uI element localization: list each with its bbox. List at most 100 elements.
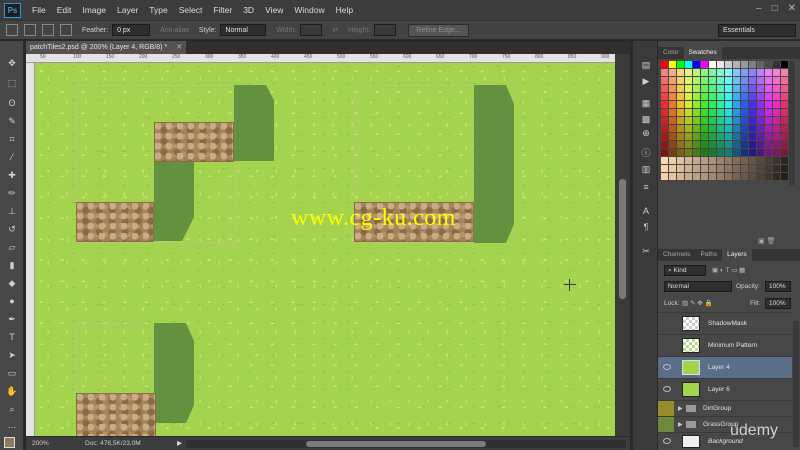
color-swatch[interactable] xyxy=(741,117,748,124)
color-swatch[interactable] xyxy=(725,173,732,180)
color-swatch[interactable] xyxy=(733,69,740,76)
expand-group-icon[interactable]: ▶ xyxy=(678,405,683,412)
color-swatch[interactable] xyxy=(709,173,716,180)
color-swatch[interactable] xyxy=(765,61,772,68)
color-swatch[interactable] xyxy=(685,61,692,68)
color-swatch[interactable] xyxy=(701,117,708,124)
color-swatch[interactable] xyxy=(781,149,788,156)
color-swatch[interactable] xyxy=(749,157,756,164)
color-swatch[interactable] xyxy=(661,133,668,140)
color-swatch[interactable] xyxy=(693,165,700,172)
color-swatch[interactable] xyxy=(781,125,788,132)
color-swatch[interactable] xyxy=(733,173,740,180)
path-selection-icon[interactable]: ➤ xyxy=(5,349,19,361)
color-swatch[interactable] xyxy=(717,165,724,172)
menu-edit[interactable]: Edit xyxy=(57,5,72,15)
brush-panel-icon[interactable]: ▦ xyxy=(640,97,652,109)
minimize-icon[interactable]: – xyxy=(756,3,762,14)
color-swatch[interactable] xyxy=(773,165,780,172)
color-swatch[interactable] xyxy=(717,93,724,100)
zoom-level[interactable]: 200% xyxy=(32,437,49,450)
add-selection-icon[interactable] xyxy=(42,24,54,36)
menu-help[interactable]: Help xyxy=(336,5,353,15)
color-swatch[interactable] xyxy=(733,85,740,92)
color-swatch[interactable] xyxy=(669,93,676,100)
color-swatch[interactable] xyxy=(733,141,740,148)
color-swatch[interactable] xyxy=(685,101,692,108)
type-tool-icon[interactable]: T xyxy=(5,331,19,343)
history-panel-icon[interactable]: ▤ xyxy=(640,59,652,71)
color-swatch[interactable] xyxy=(773,133,780,140)
eraser-tool-icon[interactable]: ▱ xyxy=(5,241,19,253)
color-swatch[interactable] xyxy=(661,93,668,100)
menu-view[interactable]: View xyxy=(265,5,283,15)
lock-icons[interactable]: ▧ ✎ ✥ 🔒 xyxy=(682,299,713,307)
color-swatch[interactable] xyxy=(733,157,740,164)
color-swatch[interactable] xyxy=(781,165,788,172)
color-swatch[interactable] xyxy=(709,125,716,132)
color-swatch[interactable] xyxy=(669,109,676,116)
close-icon[interactable]: ✕ xyxy=(788,3,796,14)
brush-presets-icon[interactable]: ▩ xyxy=(640,113,652,125)
menu-type[interactable]: Type xyxy=(149,5,167,15)
antialias-checkbox[interactable]: Anti-alias xyxy=(160,27,189,34)
color-swatch[interactable] xyxy=(773,109,780,116)
color-swatch[interactable] xyxy=(757,117,764,124)
color-swatch[interactable] xyxy=(765,117,772,124)
color-swatch[interactable] xyxy=(709,157,716,164)
color-swatch[interactable] xyxy=(773,141,780,148)
color-swatch[interactable] xyxy=(661,125,668,132)
paragraph-panel-icon[interactable]: ¶ xyxy=(640,221,652,233)
color-swatch[interactable] xyxy=(677,157,684,164)
color-swatch[interactable] xyxy=(733,101,740,108)
color-swatch[interactable] xyxy=(701,109,708,116)
color-swatch[interactable] xyxy=(701,77,708,84)
color-swatch[interactable] xyxy=(661,141,668,148)
workspace-select[interactable]: Essentials xyxy=(718,24,796,37)
color-swatch[interactable] xyxy=(685,173,692,180)
canvas-horizontal-scrollbar[interactable] xyxy=(186,440,626,448)
color-swatch[interactable] xyxy=(717,69,724,76)
history-brush-icon[interactable]: ↺ xyxy=(5,223,19,235)
color-swatch[interactable] xyxy=(733,117,740,124)
swatch-scrollbar[interactable] xyxy=(789,61,795,185)
tab-color[interactable]: Color xyxy=(658,47,684,59)
color-swatch[interactable] xyxy=(757,61,764,68)
color-swatch[interactable] xyxy=(757,85,764,92)
color-swatch[interactable] xyxy=(661,69,668,76)
color-swatch[interactable] xyxy=(693,133,700,140)
color-swatch[interactable] xyxy=(765,133,772,140)
fill-input[interactable]: 100% xyxy=(765,298,791,309)
color-swatch[interactable] xyxy=(669,101,676,108)
blend-mode-select[interactable]: Normal xyxy=(664,281,732,292)
zoom-tool-icon[interactable]: ⌕ xyxy=(5,403,19,415)
color-swatch[interactable] xyxy=(781,157,788,164)
color-swatch[interactable] xyxy=(717,173,724,180)
color-swatch[interactable] xyxy=(669,141,676,148)
layer-row-layer-4[interactable]: Layer 4 xyxy=(658,356,792,378)
color-swatch[interactable] xyxy=(677,125,684,132)
color-swatch[interactable] xyxy=(781,109,788,116)
color-swatch[interactable] xyxy=(709,61,716,68)
maximize-icon[interactable]: □ xyxy=(772,3,778,14)
color-swatch[interactable] xyxy=(709,101,716,108)
color-swatch[interactable] xyxy=(693,101,700,108)
layers-scrollbar[interactable] xyxy=(793,321,799,447)
quick-selection-icon[interactable]: ✎ xyxy=(5,115,19,127)
color-swatch[interactable] xyxy=(693,77,700,84)
color-swatch[interactable] xyxy=(757,141,764,148)
color-swatch[interactable] xyxy=(677,109,684,116)
color-swatch[interactable] xyxy=(725,157,732,164)
color-swatch[interactable] xyxy=(749,141,756,148)
visibility-icon[interactable] xyxy=(663,320,671,326)
color-swatch[interactable] xyxy=(709,69,716,76)
color-swatch[interactable] xyxy=(685,93,692,100)
color-swatch[interactable] xyxy=(757,93,764,100)
menu-image[interactable]: Image xyxy=(82,5,106,15)
color-swatch[interactable] xyxy=(677,77,684,84)
color-swatch[interactable] xyxy=(709,165,716,172)
color-swatch[interactable] xyxy=(749,85,756,92)
color-swatch[interactable] xyxy=(749,77,756,84)
status-menu-icon[interactable]: ▶ xyxy=(177,437,182,450)
color-swatch[interactable] xyxy=(693,109,700,116)
